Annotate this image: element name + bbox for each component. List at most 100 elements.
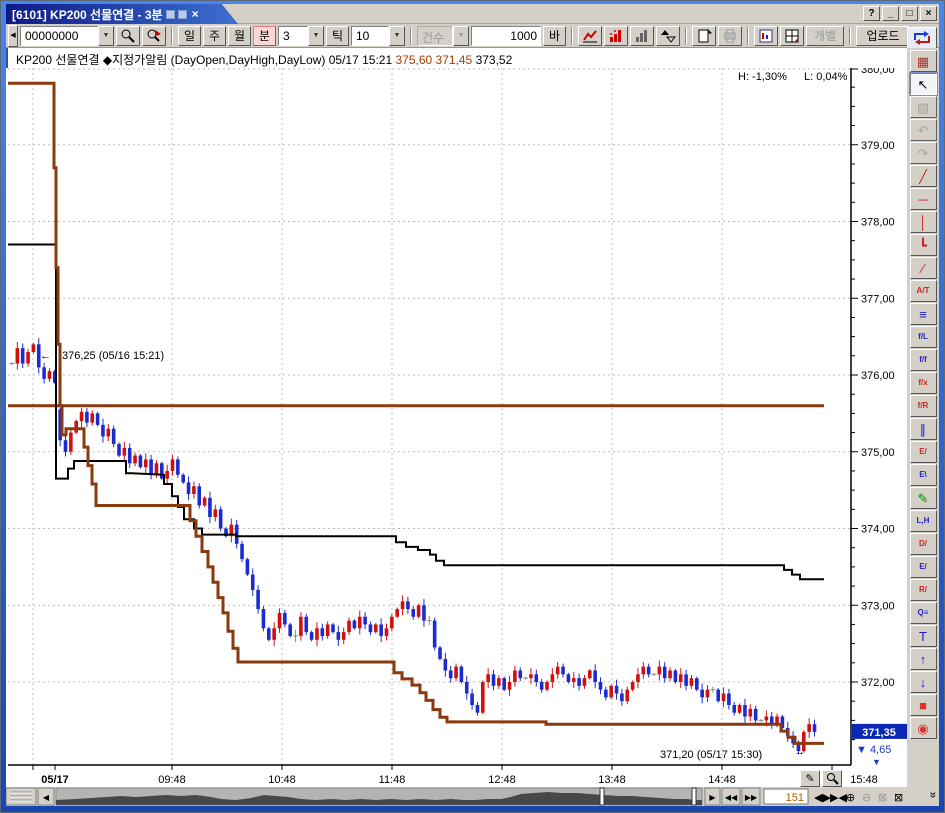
horizontal-levels-glyph: ≡ bbox=[919, 308, 927, 321]
history-navigator[interactable]: ◀▶◀◀▶▶151◀▶▶◀⊕⊖⊠⊠ bbox=[6, 787, 909, 806]
grid-icon bbox=[784, 28, 800, 44]
circle-marker-icon[interactable]: ◉ bbox=[910, 717, 937, 739]
angle-line-icon[interactable]: ┗ bbox=[910, 234, 937, 256]
parallel-lines-icon[interactable]: ∥ bbox=[910, 418, 937, 440]
tick-button[interactable]: 틱 bbox=[326, 26, 349, 46]
cursor-select-icon[interactable]: ↖ bbox=[910, 73, 937, 95]
app-window: [6101] KP200 선물연결 - 3분 × ? _ □ × ◀ 00000… bbox=[0, 0, 945, 813]
elliott-wave-down-icon[interactable]: E\ bbox=[910, 464, 937, 486]
hatch-day-icon[interactable]: D/ bbox=[910, 533, 937, 555]
text-arrow-icon[interactable]: A/T bbox=[910, 280, 937, 302]
arrow-up-marker-glyph: ↑ bbox=[920, 653, 927, 666]
price-chart[interactable]: 380,00379,00378,00377,00376,00375,00374,… bbox=[6, 68, 909, 789]
chart-report-button[interactable] bbox=[754, 26, 778, 46]
refresh-button[interactable] bbox=[907, 27, 937, 49]
hatch-event-icon[interactable]: E/ bbox=[910, 556, 937, 578]
tab-mini-icon-1[interactable] bbox=[166, 10, 175, 19]
tab-close-icon[interactable]: × bbox=[192, 9, 199, 19]
search-recent-button[interactable] bbox=[142, 26, 166, 46]
svg-text:L: 0,04%: L: 0,04% bbox=[804, 71, 848, 83]
fibonacci-retracement-icon[interactable]: f/R bbox=[910, 395, 937, 417]
chevron-down-icon[interactable]: ▼ bbox=[389, 26, 405, 46]
axis-tools: ✎ bbox=[800, 770, 842, 787]
tab-mini-icon-2[interactable] bbox=[178, 10, 187, 19]
title-bar: [6101] KP200 선물연결 - 3분 × ? _ □ × bbox=[6, 4, 939, 24]
fibonacci-fan-glyph: f/f bbox=[919, 356, 927, 364]
arrow-down-marker-icon[interactable]: ↓ bbox=[910, 671, 937, 693]
period-minute-button[interactable]: 분 bbox=[253, 26, 276, 46]
draw-button[interactable]: ✎ bbox=[800, 770, 820, 787]
arrow-up-marker-icon[interactable]: ↑ bbox=[910, 648, 937, 670]
fibonacci-arc-glyph: f/x bbox=[918, 379, 927, 387]
volume-chart-button[interactable] bbox=[604, 26, 628, 46]
svg-text:10:48: 10:48 bbox=[268, 774, 296, 786]
trend-line-icon[interactable]: ╱ bbox=[910, 165, 937, 187]
period-month-button[interactable]: 월 bbox=[228, 26, 251, 46]
fibonacci-fan-icon[interactable]: f/f bbox=[910, 349, 937, 371]
alert-label[interactable]: ◆지정가알림 bbox=[103, 53, 167, 67]
line-chart-button[interactable] bbox=[578, 26, 602, 46]
close-button[interactable]: × bbox=[920, 6, 937, 21]
vertical-line-icon[interactable]: │ bbox=[910, 211, 937, 233]
fibonacci-arc-icon[interactable]: f/x bbox=[910, 372, 937, 394]
upload-button[interactable]: 업로드 bbox=[856, 26, 910, 46]
trend-line-glyph: ╱ bbox=[919, 170, 927, 183]
minimize-button[interactable]: _ bbox=[882, 6, 899, 21]
document-icon bbox=[696, 28, 712, 44]
search-arrow-icon bbox=[146, 28, 162, 44]
low-high-marker-icon[interactable]: L,H bbox=[910, 510, 937, 532]
caption-buttons: ? _ □ × bbox=[863, 6, 937, 21]
reset-view-icon[interactable]: ⊠ bbox=[894, 792, 903, 804]
sort-button[interactable] bbox=[656, 26, 680, 46]
svg-text:▼ 4,65: ▼ 4,65 bbox=[856, 744, 891, 756]
undo-glyph: ↶ bbox=[918, 124, 929, 137]
histogram-button[interactable] bbox=[630, 26, 654, 46]
search-button[interactable] bbox=[116, 26, 140, 46]
help-button[interactable]: ? bbox=[863, 6, 880, 21]
svg-text:373,00: 373,00 bbox=[861, 600, 895, 612]
bar-button[interactable]: 바 bbox=[543, 26, 566, 46]
tick-combo[interactable]: 10 ▼ bbox=[351, 26, 405, 46]
symbol-value[interactable]: 00000000 bbox=[20, 26, 98, 46]
separator bbox=[571, 27, 573, 45]
pan-left-right-icon[interactable]: ◀▶ bbox=[814, 792, 831, 804]
hatch-range-icon[interactable]: R/ bbox=[910, 579, 937, 601]
zoom-in-icon[interactable]: ⊕ bbox=[846, 792, 855, 804]
segment-line-glyph: ∕ bbox=[922, 262, 924, 275]
symbol-combo[interactable]: 00000000 ▼ bbox=[20, 26, 114, 46]
elliott-wave-up-icon[interactable]: E/ bbox=[910, 441, 937, 463]
pattern-search-icon[interactable]: ▦ bbox=[910, 50, 937, 72]
svg-text:→: → bbox=[794, 746, 805, 758]
pencil-draw-icon[interactable]: ✎ bbox=[910, 487, 937, 509]
minute-value[interactable]: 3 bbox=[278, 26, 308, 46]
fibonacci-levels-icon[interactable]: f/L bbox=[910, 326, 937, 348]
svg-text:05/17: 05/17 bbox=[41, 774, 69, 786]
new-document-button[interactable] bbox=[692, 26, 716, 46]
horizontal-line-icon[interactable]: ─ bbox=[910, 188, 937, 210]
toolbar-scroll-left-icon[interactable]: ◀ bbox=[8, 25, 18, 47]
window-title-tab[interactable]: [6101] KP200 선물연결 - 3분 × bbox=[6, 4, 238, 24]
segment-line-icon[interactable]: ∕ bbox=[910, 257, 937, 279]
quote-panel-icon[interactable]: Q≡ bbox=[910, 602, 937, 624]
tick-value[interactable]: 10 bbox=[351, 26, 389, 46]
horizontal-levels-icon[interactable]: ≡ bbox=[910, 303, 937, 325]
count-input[interactable]: 1000 bbox=[471, 26, 541, 46]
grid-view-button[interactable] bbox=[780, 26, 804, 46]
go-to-end-icon[interactable]: ▶◀ bbox=[830, 792, 847, 804]
fibonacci-retracement-glyph: f/R bbox=[918, 402, 929, 410]
period-week-button[interactable]: 주 bbox=[203, 26, 226, 46]
vertical-line-glyph: │ bbox=[919, 216, 927, 229]
cursor-select-glyph: ↖ bbox=[918, 78, 929, 91]
square-marker-icon[interactable]: ■ bbox=[910, 694, 937, 716]
chevron-down-icon[interactable]: ▼ bbox=[308, 26, 324, 46]
maximize-button[interactable]: □ bbox=[901, 6, 918, 21]
axis-zoom-button[interactable] bbox=[822, 770, 842, 787]
svg-text:377,00: 377,00 bbox=[861, 293, 895, 305]
text-tool-icon[interactable]: T bbox=[910, 625, 937, 647]
svg-text:378,00: 378,00 bbox=[861, 217, 895, 229]
chevron-down-icon[interactable]: ▼ bbox=[98, 26, 114, 46]
toolbar: ◀ 00000000 ▼ 일 주 월 분 3 ▼ 틱 10 ▼ bbox=[6, 24, 939, 48]
period-day-button[interactable]: 일 bbox=[178, 26, 201, 46]
collapse-chevron-icon[interactable]: » bbox=[927, 792, 941, 799]
minute-combo[interactable]: 3 ▼ bbox=[278, 26, 324, 46]
